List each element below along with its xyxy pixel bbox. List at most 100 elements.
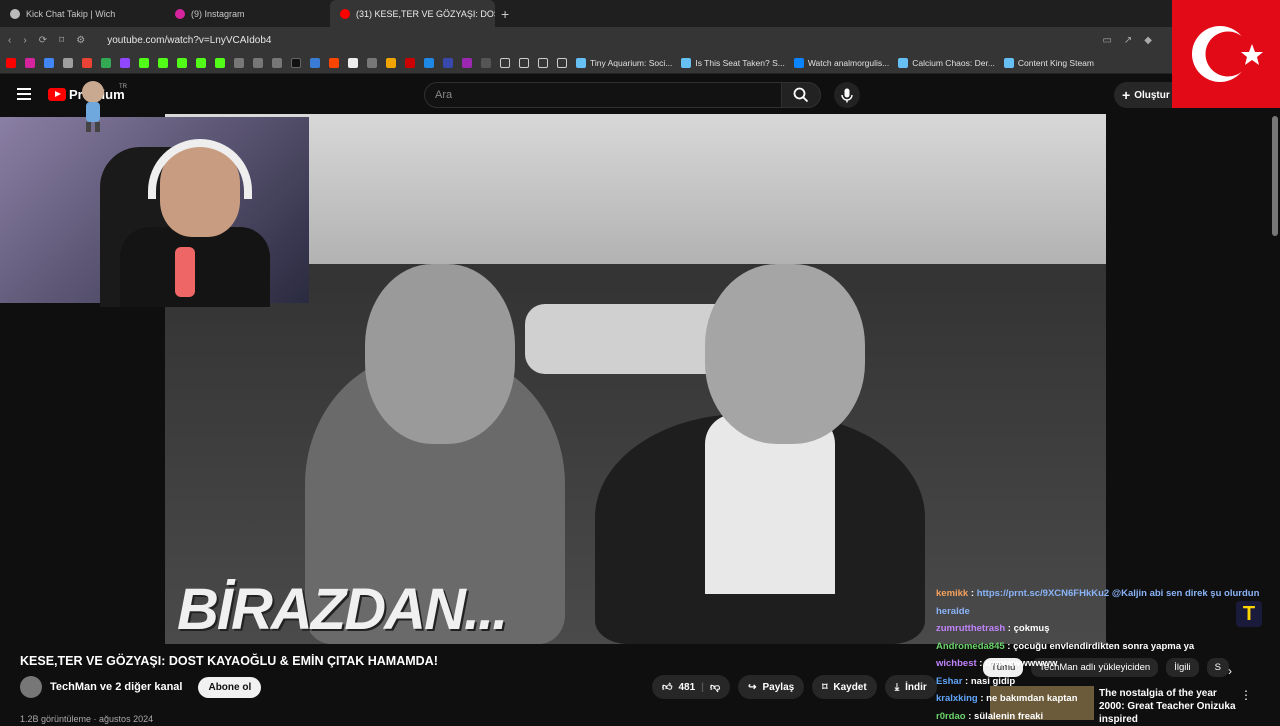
chat-message: wichbest : owwwwwwwww: [936, 658, 1058, 669]
address-bar: ‹ › ⟳ ⌑ ⚙ youtube.com/watch?v=LnyVCAIdob…: [0, 27, 1280, 53]
twitch-icon[interactable]: [120, 58, 130, 68]
app-icon[interactable]: [348, 58, 358, 68]
search-input[interactable]: Ara: [424, 82, 782, 108]
bookmark-item[interactable]: Tiny Aquarium: Soci...: [576, 58, 672, 68]
download-icon: ⤓: [894, 681, 900, 693]
app-icon[interactable]: [443, 58, 453, 68]
bookmarks-bar: Tiny Aquarium: Soci... Is This Seat Take…: [0, 53, 1280, 74]
cast-icon[interactable]: ▭: [1102, 35, 1111, 46]
app-icon[interactable]: [405, 58, 415, 68]
folder-icon[interactable]: [500, 58, 510, 68]
bookmark-icon[interactable]: ⌑: [59, 35, 64, 46]
app-icon[interactable]: [44, 58, 54, 68]
thumbs-down-icon[interactable]: 👎︎: [710, 681, 720, 693]
avatar-sticker: [82, 81, 104, 132]
site-info-icon[interactable]: ⚙: [76, 35, 85, 46]
app-icon[interactable]: [272, 58, 282, 68]
bookmark-item[interactable]: Calcium Chaos: Der...: [898, 58, 995, 68]
microphone-icon: [175, 247, 195, 297]
tab-kick-chat[interactable]: Kick Chat Takip | Wich: [0, 0, 165, 27]
app-icon[interactable]: [215, 58, 225, 68]
thumbs-up-icon: 👍︎: [662, 682, 673, 693]
app-icon[interactable]: [462, 58, 472, 68]
bookmark-item[interactable]: Content King Steam: [1003, 58, 1094, 68]
video-person-right-head: [705, 264, 865, 444]
forward-icon[interactable]: ›: [23, 35, 26, 46]
folder-icon[interactable]: [538, 58, 548, 68]
chat-username: kralxking: [936, 693, 978, 704]
app-icon: [793, 58, 804, 68]
youtube-icon: [340, 8, 350, 19]
bookmark-item[interactable]: Is This Seat Taken? S...: [681, 58, 785, 68]
chat-username: Eshar: [936, 675, 963, 687]
app-icon[interactable]: [253, 58, 263, 68]
amazon-icon[interactable]: [367, 58, 377, 68]
x-icon[interactable]: [291, 58, 301, 68]
bookmark-icon: ⌑: [822, 681, 828, 693]
share-icon[interactable]: ↗: [1124, 35, 1132, 46]
app-icon[interactable]: [424, 58, 434, 68]
share-button[interactable]: ↪ Paylaş: [738, 675, 805, 699]
chat-username: zumrutthetrash: [936, 623, 1006, 634]
save-button[interactable]: ⌑ Kaydet: [812, 675, 877, 699]
download-button[interactable]: ⤓ İndir: [884, 675, 937, 699]
menu-icon[interactable]: [17, 88, 31, 100]
chat-message: Andromeda845 : çocuğu envlendirdikten so…: [936, 640, 1195, 652]
browser-tab-bar: Kick Chat Takip | Wich (9) Instagram (31…: [0, 0, 1280, 27]
channel-avatar[interactable]: [20, 676, 42, 698]
tab-title: Kick Chat Takip | Wich: [26, 8, 116, 19]
chat-message: r0rdao : sülalenin freaki: [936, 710, 1044, 722]
app-icon[interactable]: [386, 58, 396, 68]
video-actions: 👍︎ 481 | 👎︎ ↪ Paylaş ⌑ Kaydet ⤓ İndir: [652, 675, 937, 699]
folder-icon[interactable]: [519, 58, 529, 68]
scrollbar[interactable]: [1272, 116, 1278, 236]
crescent-star-icon: [1192, 26, 1263, 82]
bookmark-item[interactable]: Watch analmorgulis...: [793, 58, 889, 68]
instagram-icon[interactable]: [25, 58, 35, 68]
kick-icon[interactable]: [158, 58, 168, 68]
video-overlay-text: BİRAZDAN...: [177, 577, 508, 642]
url-input[interactable]: youtube.com/watch?v=LnyVCAIdob4: [107, 35, 271, 46]
chat-message: Eshar : nasi gidip: [936, 675, 1016, 687]
app-icon[interactable]: [196, 58, 206, 68]
turkish-flag-overlay: [1172, 0, 1280, 108]
search-button[interactable]: [781, 82, 821, 108]
new-tab-icon[interactable]: +: [495, 6, 515, 22]
video-title: KESE,TER VE GÖZYAŞI: DOST KAYAOĞLU & EMİ…: [20, 654, 438, 668]
youtube-logo-icon[interactable]: [48, 88, 66, 101]
chat-text: çocuğu envlendirdikten sonra yapma ya: [1013, 640, 1195, 652]
divider: |: [701, 681, 704, 693]
chat-message: zumrutthetrash : çokmuş: [936, 623, 1050, 634]
back-icon[interactable]: ‹: [8, 35, 11, 46]
kick-icon[interactable]: [177, 58, 187, 68]
gmail-icon[interactable]: [82, 58, 92, 68]
tab-instagram[interactable]: (9) Instagram: [165, 0, 330, 27]
app-icon[interactable]: [310, 58, 320, 68]
region-label: TR: [119, 84, 127, 90]
share-icon: ↪: [748, 681, 757, 693]
tab-title: (31) KESE,TER VE GÖZYAŞI: DOST: [356, 8, 495, 19]
subscribe-button[interactable]: Abone ol: [198, 676, 262, 698]
app-icon[interactable]: [481, 58, 491, 68]
description-preview: 1.2B görüntüleme · ağustos 2024: [20, 714, 154, 724]
tab-youtube-video[interactable]: (31) KESE,TER VE GÖZYAŞI: DOST ✕: [330, 0, 495, 27]
plus-icon: +: [1122, 87, 1131, 103]
chat-text: nasi gidip: [970, 675, 1016, 687]
like-button[interactable]: 👍︎ 481 | 👎︎: [652, 675, 731, 699]
app-icon[interactable]: [63, 58, 73, 68]
folder-icon[interactable]: [557, 58, 567, 68]
steam-icon: [1003, 58, 1014, 68]
drive-icon[interactable]: [101, 58, 111, 68]
reddit-icon[interactable]: [329, 58, 339, 68]
chat-text: owwwwwwwww: [985, 658, 1058, 669]
chat-username: Andromeda845: [936, 640, 1005, 652]
kick-icon[interactable]: [139, 58, 149, 68]
chat-username: kemikk: [936, 588, 969, 599]
youtube-icon[interactable]: [6, 58, 16, 68]
channel-name[interactable]: TechMan ve 2 diğer kanal: [50, 681, 182, 693]
extension-icon[interactable]: ◆: [1144, 35, 1152, 46]
anchor-icon[interactable]: [234, 58, 244, 68]
reload-icon[interactable]: ⟳: [39, 35, 47, 46]
voice-search-button[interactable]: [834, 82, 860, 108]
t-logo-icon: T: [1236, 601, 1262, 627]
